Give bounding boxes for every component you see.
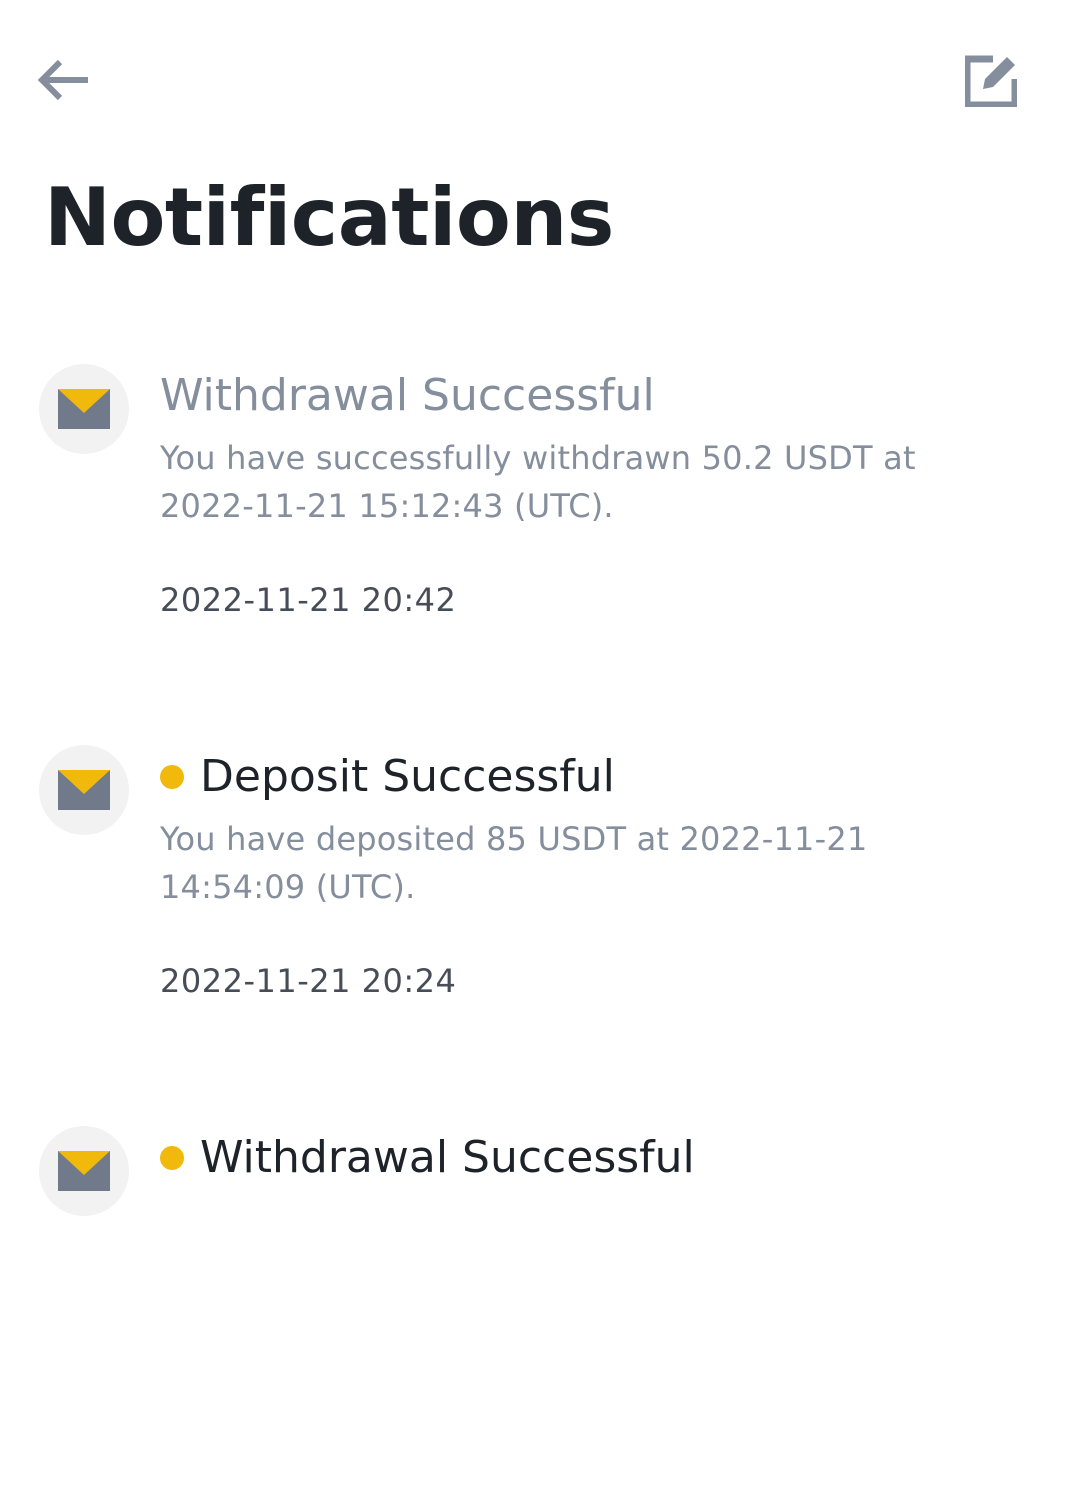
notification-item[interactable]: Deposit Successful You have deposited 85… — [0, 745, 1080, 1126]
notification-title-row: Withdrawal Successful — [160, 1128, 695, 1188]
notification-item[interactable]: Withdrawal Successful You have successfu… — [0, 364, 1080, 745]
notification-title: Withdrawal Successful — [160, 370, 655, 421]
notification-body: You have deposited 85 USDT at 2022-11-21… — [160, 820, 868, 906]
notification-list: Withdrawal Successful You have successfu… — [0, 364, 1080, 1507]
notification-avatar — [39, 364, 129, 454]
envelope-icon — [58, 770, 110, 810]
unread-dot — [160, 765, 184, 789]
unread-dot — [160, 1146, 184, 1170]
notification-time: 2022-11-21 20:24 — [160, 962, 457, 1000]
back-button[interactable] — [30, 50, 96, 110]
notification-title-row: Withdrawal Successful — [160, 366, 655, 426]
envelope-icon — [58, 1151, 110, 1191]
edit-button[interactable] — [958, 48, 1024, 114]
arrow-left-icon — [37, 59, 88, 101]
notification-avatar — [39, 745, 129, 835]
notification-body: You have successfully withdrawn 50.2 USD… — [160, 439, 916, 525]
envelope-icon — [58, 389, 110, 429]
notification-avatar — [39, 1126, 129, 1216]
notification-item[interactable]: Withdrawal Successful — [0, 1126, 1080, 1507]
notification-title: Deposit Successful — [200, 751, 615, 802]
notification-title-row: Deposit Successful — [160, 747, 615, 807]
page-title: Notifications — [44, 171, 614, 264]
edit-square-icon — [965, 55, 1017, 107]
notification-time: 2022-11-21 20:42 — [160, 581, 457, 619]
notification-title: Withdrawal Successful — [200, 1132, 695, 1183]
